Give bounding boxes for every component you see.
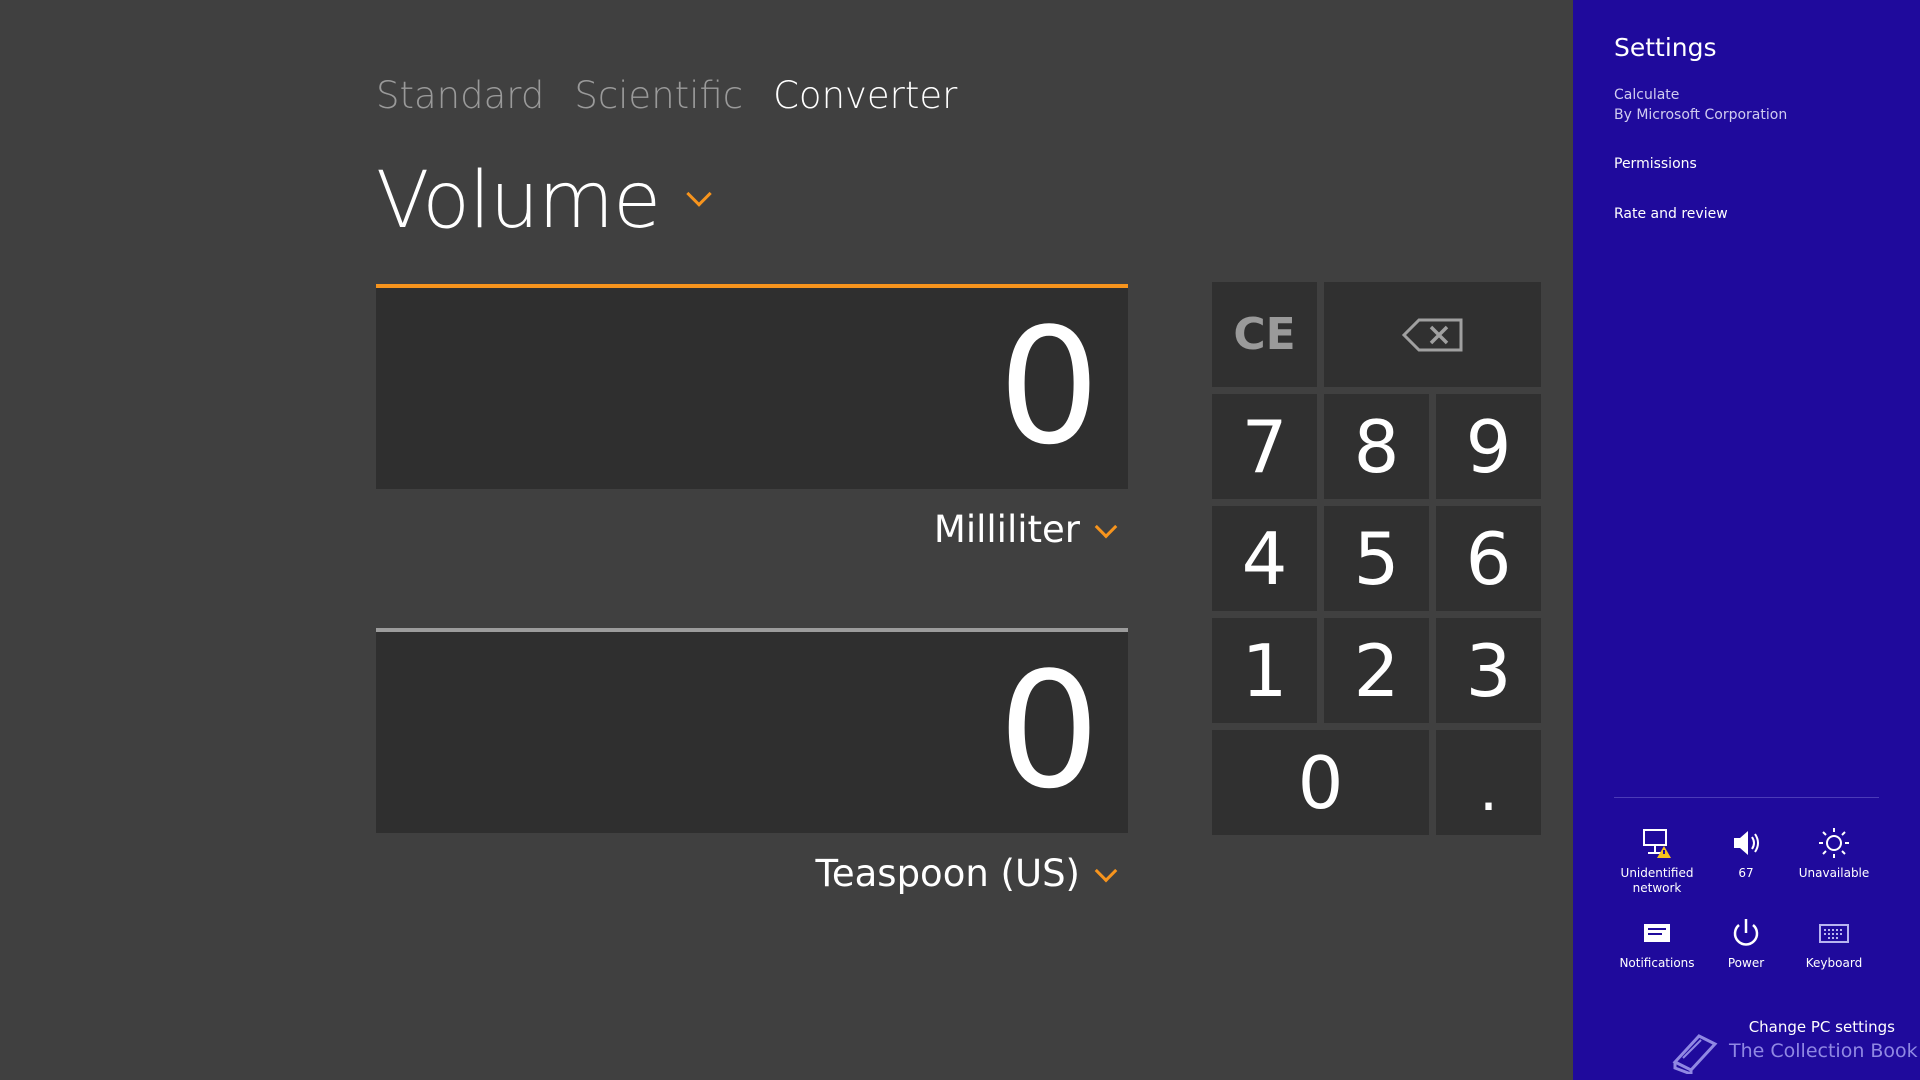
digit-4-button[interactable]: 4 <box>1212 506 1317 611</box>
digit-5-button[interactable]: 5 <box>1324 506 1429 611</box>
digit-2-button[interactable]: 2 <box>1324 618 1429 723</box>
to-unit-label: Teaspoon (US) <box>815 852 1080 895</box>
calculator-app: Standard Scientific Converter Volume 0 M… <box>0 0 1573 1080</box>
rate-and-review-link[interactable]: Rate and review <box>1614 206 1728 222</box>
chevron-down-icon <box>686 181 712 207</box>
notifications-label: Notifications <box>1619 956 1695 970</box>
brightness-label: Unavailable <box>1798 866 1870 880</box>
notifications-tile[interactable]: Notifications <box>1612 916 1702 971</box>
to-unit-dropdown[interactable]: Teaspoon (US) <box>376 852 1128 895</box>
tab-standard[interactable]: Standard <box>376 74 544 117</box>
mode-tabs: Standard Scientific Converter <box>376 74 957 117</box>
keypad: CE 7 8 9 4 5 6 1 2 3 0 . <box>1212 282 1544 838</box>
decimal-button[interactable]: . <box>1436 730 1541 835</box>
digit-8-button[interactable]: 8 <box>1324 394 1429 499</box>
category-label: Volume <box>376 156 661 246</box>
watermark: The Collection Book <box>1669 1028 1918 1074</box>
power-tile[interactable]: Power <box>1701 916 1791 971</box>
brightness-icon <box>1817 826 1851 860</box>
network-label: Unidentified network <box>1621 866 1694 896</box>
speaker-icon <box>1729 826 1763 860</box>
volume-label: 67 <box>1738 866 1754 880</box>
network-label-line2: network <box>1632 881 1682 895</box>
digit-9-button[interactable]: 9 <box>1436 394 1541 499</box>
power-label: Power <box>1727 956 1765 970</box>
network-label-line1: Unidentified <box>1620 866 1694 880</box>
digit-3-button[interactable]: 3 <box>1436 618 1541 723</box>
book-icon <box>1672 1034 1718 1074</box>
backspace-button[interactable] <box>1324 282 1541 387</box>
digit-6-button[interactable]: 6 <box>1436 506 1541 611</box>
volume-tile[interactable]: 67 <box>1701 826 1791 881</box>
network-tile[interactable]: Unidentified network <box>1612 826 1702 896</box>
from-value-field[interactable]: 0 <box>376 284 1128 489</box>
chevron-down-icon <box>1094 859 1118 882</box>
keyboard-label: Keyboard <box>1805 956 1863 970</box>
from-unit-dropdown[interactable]: Milliliter <box>376 508 1128 551</box>
to-value: 0 <box>998 637 1100 824</box>
settings-charm: Settings Calculate By Microsoft Corporat… <box>1573 0 1920 1080</box>
digit-0-button[interactable]: 0 <box>1212 730 1429 835</box>
divider <box>1614 797 1879 798</box>
from-value: 0 <box>998 293 1100 480</box>
digit-7-button[interactable]: 7 <box>1212 394 1317 499</box>
notifications-icon <box>1640 916 1674 950</box>
app-info: Calculate By Microsoft Corporation <box>1614 85 1787 125</box>
chevron-down-icon <box>1094 515 1118 538</box>
permissions-link[interactable]: Permissions <box>1614 156 1697 172</box>
network-warning-icon <box>1640 826 1674 860</box>
app-publisher: By Microsoft Corporation <box>1614 107 1788 123</box>
to-value-field[interactable]: 0 <box>376 628 1128 833</box>
tab-scientific[interactable]: Scientific <box>574 74 743 117</box>
backspace-icon <box>1401 318 1462 351</box>
tab-converter[interactable]: Converter <box>773 74 957 117</box>
keyboard-icon <box>1817 916 1851 950</box>
clear-entry-button[interactable]: CE <box>1212 282 1317 387</box>
category-dropdown[interactable]: Volume <box>376 156 712 246</box>
power-icon <box>1729 916 1763 950</box>
settings-title: Settings <box>1614 33 1717 62</box>
brightness-tile[interactable]: Unavailable <box>1789 826 1879 881</box>
keyboard-tile[interactable]: Keyboard <box>1789 916 1879 971</box>
app-name: Calculate <box>1614 87 1680 103</box>
from-unit-label: Milliliter <box>933 508 1080 551</box>
watermark-text: The Collection Book <box>1729 1040 1918 1062</box>
digit-1-button[interactable]: 1 <box>1212 618 1317 723</box>
